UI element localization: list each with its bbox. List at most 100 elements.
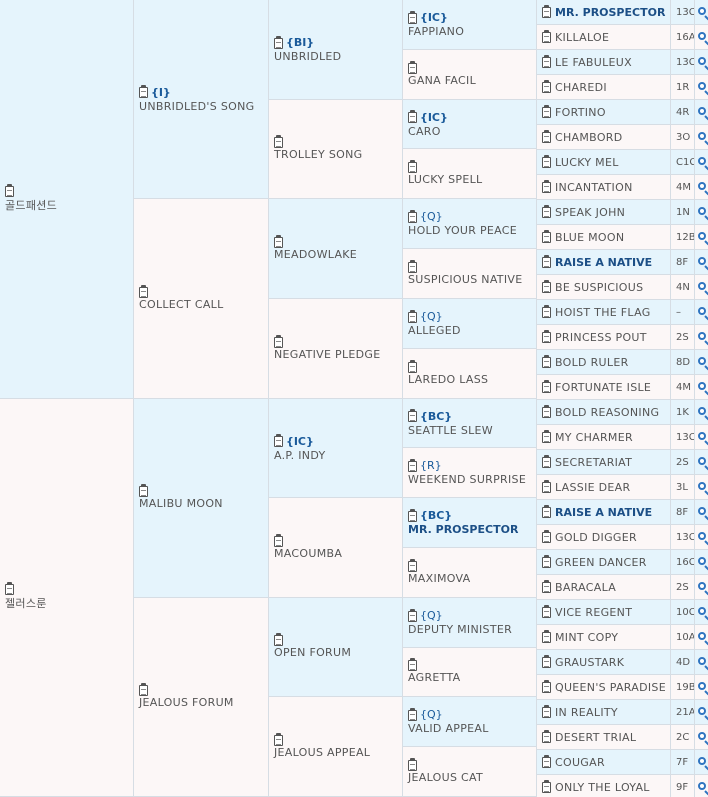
clipboard-icon[interactable] [542, 754, 551, 768]
clipboard-icon[interactable] [274, 234, 283, 248]
gen5-horse-name[interactable]: MINT COPY [555, 631, 618, 644]
magnifier-icon[interactable] [698, 432, 706, 440]
gen4-horse-name[interactable]: LAREDO LASS [408, 373, 488, 386]
clipboard-icon[interactable] [542, 379, 551, 393]
magnifier-icon[interactable] [698, 207, 706, 215]
magnifier-icon[interactable] [698, 707, 706, 715]
gen4-horse-name[interactable]: AGRETTA [408, 671, 460, 684]
magnifier-icon[interactable] [698, 782, 706, 790]
gen4-horse-name[interactable]: ALLEGED [408, 324, 461, 337]
gen2-horse-name[interactable]: MALIBU MOON [139, 497, 223, 510]
gen4-horse-name[interactable]: CARO [408, 125, 448, 138]
clipboard-icon[interactable] [542, 204, 551, 218]
clipboard-icon[interactable] [408, 60, 417, 74]
gen5-horse-name[interactable]: SECRETARIAT [555, 456, 632, 469]
clipboard-icon[interactable] [542, 254, 551, 268]
clipboard-icon[interactable] [542, 104, 551, 118]
gen4-horse-name[interactable]: MAXIMOVA [408, 572, 471, 585]
gen5-horse-name[interactable]: BOLD RULER [555, 356, 629, 369]
gen5-horse-name[interactable]: LE FABULEUX [555, 56, 632, 69]
clipboard-icon[interactable] [408, 458, 417, 472]
magnifier-icon[interactable] [698, 307, 706, 315]
clipboard-icon[interactable] [542, 129, 551, 143]
magnifier-icon[interactable] [698, 682, 706, 690]
gen5-horse-name[interactable]: GREEN DANCER [555, 556, 647, 569]
gen4-horse-name[interactable]: SEATTLE SLEW [408, 424, 493, 437]
gen5-horse-name[interactable]: HOIST THE FLAG [555, 306, 651, 319]
gen4-horse-name[interactable]: DEPUTY MINISTER [408, 623, 512, 636]
gen3-horse-name[interactable]: JEALOUS APPEAL [274, 746, 370, 759]
gen5-horse-name[interactable]: INCANTATION [555, 181, 633, 194]
magnifier-icon[interactable] [698, 632, 706, 640]
magnifier-icon[interactable] [698, 57, 706, 65]
gen5-horse-name[interactable]: ONLY THE LOYAL [555, 781, 650, 794]
clipboard-icon[interactable] [274, 35, 283, 49]
clipboard-icon[interactable] [139, 284, 148, 298]
gen3-horse-name[interactable]: UNBRIDLED [274, 50, 341, 63]
clipboard-icon[interactable] [274, 334, 283, 348]
gen3-horse-name[interactable]: NEGATIVE PLEDGE [274, 348, 380, 361]
gen4-horse-name[interactable]: LUCKY SPELL [408, 173, 482, 186]
magnifier-icon[interactable] [698, 532, 706, 540]
clipboard-icon[interactable] [542, 4, 551, 18]
clipboard-icon[interactable] [542, 54, 551, 68]
gen4-horse-name[interactable]: GANA FACIL [408, 74, 476, 87]
clipboard-icon[interactable] [139, 85, 148, 98]
magnifier-icon[interactable] [698, 582, 706, 590]
gen5-horse-name[interactable]: IN REALITY [555, 706, 618, 719]
clipboard-icon[interactable] [542, 29, 551, 43]
clipboard-icon[interactable] [542, 554, 551, 568]
clipboard-icon[interactable] [408, 757, 417, 771]
gen3-horse-name[interactable]: TROLLEY SONG [274, 148, 362, 161]
gen5-horse-name[interactable]: LUCKY MEL [555, 156, 619, 169]
clipboard-icon[interactable] [542, 154, 551, 168]
gen1-horse-name[interactable]: 젤러스룬 [5, 595, 47, 611]
gen4-horse-name[interactable]: WEEKEND SURPRISE [408, 473, 526, 486]
magnifier-icon[interactable] [698, 732, 706, 740]
clipboard-icon[interactable] [5, 183, 14, 197]
clipboard-icon[interactable] [542, 304, 551, 318]
gen4-horse-name[interactable]: JEALOUS CAT [408, 771, 483, 784]
magnifier-icon[interactable] [698, 82, 706, 90]
magnifier-icon[interactable] [698, 132, 706, 140]
clipboard-icon[interactable] [542, 79, 551, 93]
clipboard-icon[interactable] [542, 454, 551, 468]
magnifier-icon[interactable] [698, 107, 706, 115]
clipboard-icon[interactable] [274, 533, 283, 547]
clipboard-icon[interactable] [408, 608, 417, 622]
clipboard-icon[interactable] [542, 504, 551, 518]
magnifier-icon[interactable] [698, 507, 706, 515]
gen5-horse-name[interactable]: DESERT TRIAL [555, 731, 636, 744]
gen5-horse-name[interactable]: BOLD REASONING [555, 406, 659, 419]
magnifier-icon[interactable] [698, 757, 706, 765]
gen5-horse-name[interactable]: BE SUSPICIOUS [555, 281, 643, 294]
clipboard-icon[interactable] [408, 359, 417, 373]
magnifier-icon[interactable] [698, 407, 706, 415]
magnifier-icon[interactable] [698, 457, 706, 465]
gen4-horse-name[interactable]: SUSPICIOUS NATIVE [408, 273, 522, 286]
gen5-horse-name[interactable]: MR. PROSPECTOR [555, 6, 665, 19]
clipboard-icon[interactable] [542, 654, 551, 668]
clipboard-icon[interactable] [408, 309, 417, 323]
magnifier-icon[interactable] [698, 607, 706, 615]
gen3-horse-name[interactable]: MACOUMBA [274, 547, 342, 560]
clipboard-icon[interactable] [274, 732, 283, 746]
clipboard-icon[interactable] [542, 179, 551, 193]
gen4-horse-name[interactable]: FAPPIANO [408, 25, 464, 38]
clipboard-icon[interactable] [542, 229, 551, 243]
gen5-horse-name[interactable]: LASSIE DEAR [555, 481, 630, 494]
clipboard-icon[interactable] [542, 679, 551, 693]
magnifier-icon[interactable] [698, 382, 706, 390]
magnifier-icon[interactable] [698, 7, 706, 15]
clipboard-icon[interactable] [274, 633, 283, 646]
gen5-horse-name[interactable]: CHAREDI [555, 81, 607, 94]
clipboard-icon[interactable] [542, 704, 551, 718]
gen5-horse-name[interactable]: GOLD DIGGER [555, 531, 637, 544]
clipboard-icon[interactable] [139, 484, 148, 497]
magnifier-icon[interactable] [698, 157, 706, 165]
magnifier-icon[interactable] [698, 357, 706, 365]
gen5-horse-name[interactable]: MY CHARMER [555, 431, 633, 444]
gen5-horse-name[interactable]: KILLALOE [555, 31, 609, 44]
magnifier-icon[interactable] [698, 232, 706, 240]
gen5-horse-name[interactable]: FORTUNATE ISLE [555, 381, 651, 394]
